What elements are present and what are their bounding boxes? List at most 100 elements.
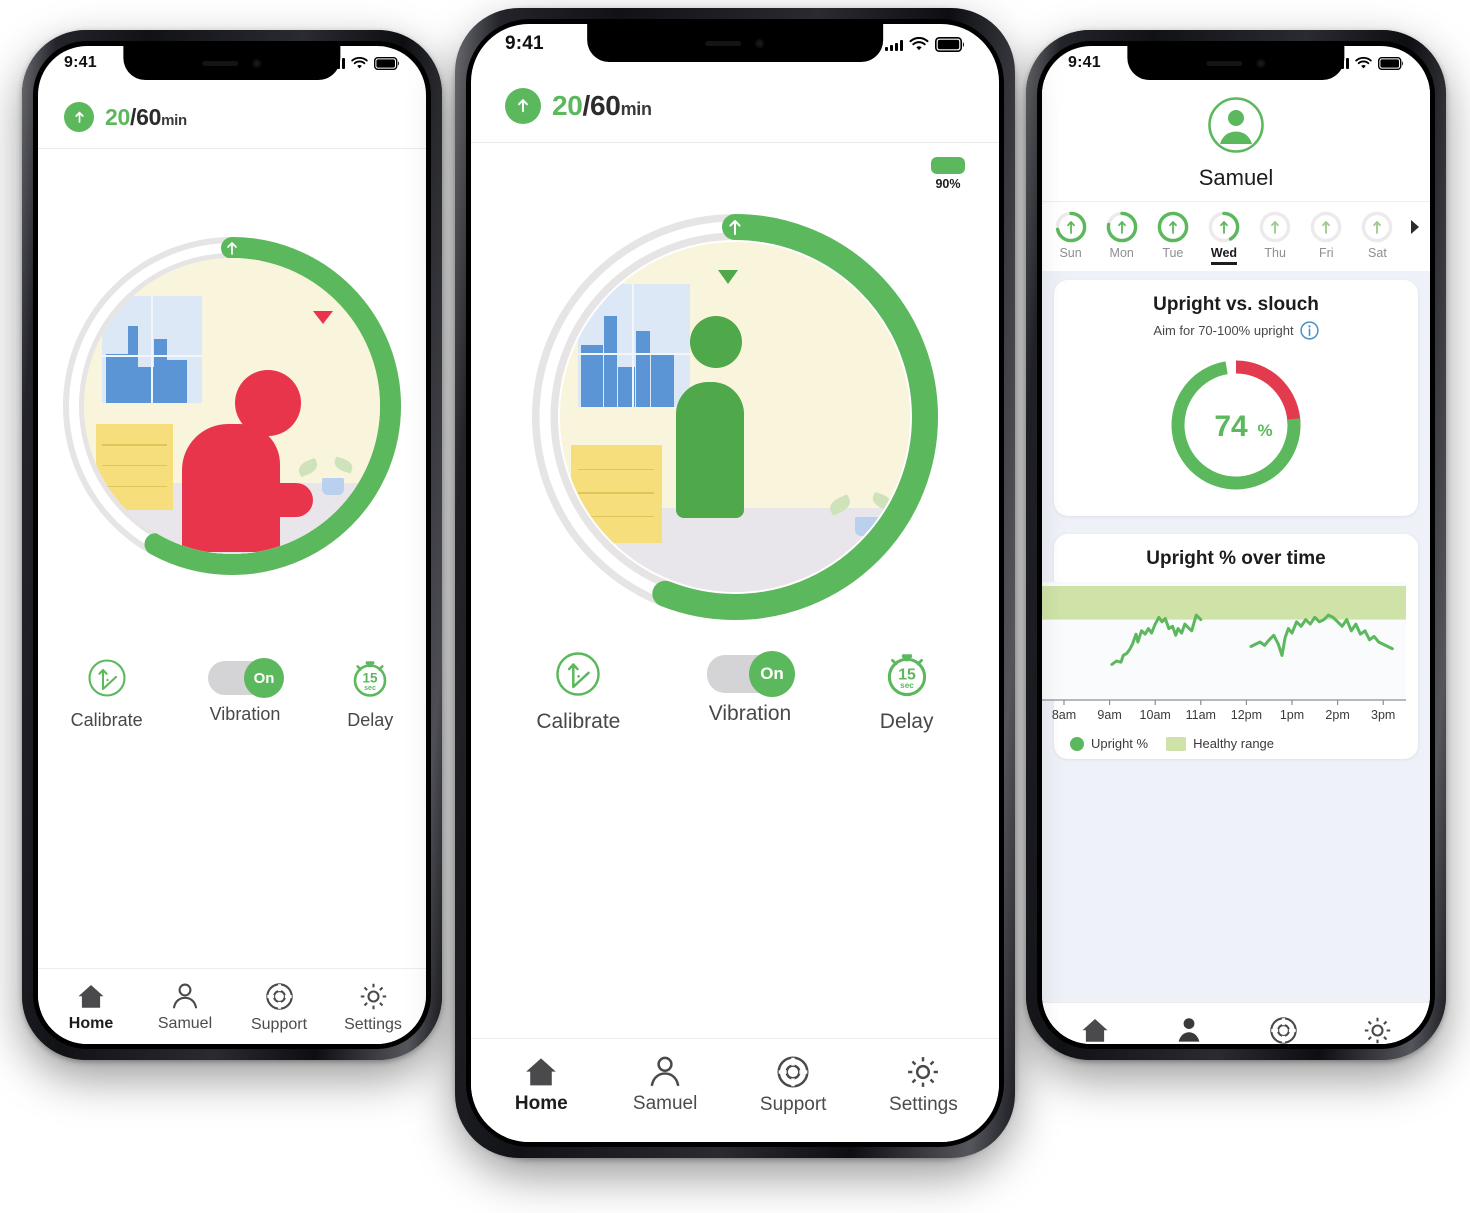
- status-time: 9:41: [1068, 54, 1101, 71]
- upright-line-chart: 8am 9am 10am 11am 12pm 1pm 2pm 3pm: [1042, 582, 1406, 722]
- person-icon: [172, 983, 198, 1009]
- day-label-mon: Mon: [1109, 246, 1134, 260]
- phone-center-screen: 9:41 20/60min 90% Calibrate On Vibration…: [471, 24, 999, 1142]
- day-item-sat[interactable]: Sat: [1353, 210, 1402, 260]
- chart-card-title: Upright % over time: [1146, 548, 1326, 569]
- person-avatar-icon: [1208, 97, 1264, 153]
- donut-card-title: Upright vs. slouch: [1153, 294, 1319, 315]
- x-axis-ticks: 8am 9am 10am 11am 12pm 1pm 2pm 3pm: [1052, 700, 1395, 722]
- toggle-switch[interactable]: On: [207, 658, 284, 698]
- tab-home[interactable]: Home: [62, 983, 120, 1033]
- device-battery: 90%: [471, 143, 999, 191]
- window-icon: [101, 296, 203, 404]
- tab-samuel[interactable]: Samuel: [633, 1056, 697, 1115]
- app-header-center: 20/60min: [471, 64, 999, 143]
- day-item-wed[interactable]: Wed: [1199, 210, 1248, 265]
- x-tick-label: 10am: [1140, 708, 1171, 722]
- tab-home[interactable]: Home: [1066, 1017, 1124, 1044]
- gear-icon: [360, 983, 386, 1010]
- signal-bars-icon: [885, 38, 903, 51]
- tab-settings-label: Settings: [889, 1094, 958, 1115]
- x-tick-label: 2pm: [1325, 708, 1349, 722]
- phone-right-screen: 9:41 Samuel Sun Mon Tue Wed Thu Fri Sat …: [1042, 46, 1430, 1044]
- device-battery-label: 90%: [935, 177, 961, 191]
- tab-support[interactable]: Support: [250, 982, 308, 1034]
- donut-card-subtitle-text: Aim for 70-100% upright: [1153, 323, 1294, 338]
- day-ring-wed: [1208, 211, 1240, 243]
- tab-home-label: Home: [514, 1093, 568, 1114]
- stats-page: Samuel Sun Mon Tue Wed Thu Fri Sat Uprig…: [1042, 80, 1430, 1044]
- chevron-right-icon[interactable]: [1404, 210, 1426, 236]
- day-ring-thu: [1259, 211, 1291, 243]
- delay-label: Delay: [879, 710, 934, 733]
- day-label-sat: Sat: [1368, 246, 1387, 260]
- vibration-toggle[interactable]: On Vibration: [207, 655, 284, 725]
- day-label-thu: Thu: [1264, 246, 1286, 260]
- toggle-knob[interactable]: On: [749, 651, 795, 697]
- uptime-readout: 20/60min: [552, 90, 652, 122]
- info-icon[interactable]: [1299, 321, 1319, 340]
- tab-samuel[interactable]: Samuel: [156, 983, 214, 1033]
- status-icons: [1331, 56, 1404, 70]
- day-item-mon[interactable]: Mon: [1097, 210, 1146, 260]
- uptime-unit: min: [620, 99, 652, 119]
- day-item-sun[interactable]: Sun: [1046, 210, 1095, 260]
- status-icons: [327, 56, 400, 70]
- triangle-down-indicator: [717, 270, 738, 284]
- tab-settings[interactable]: Settings: [889, 1055, 958, 1116]
- calibrate-label: Calibrate: [70, 710, 143, 730]
- delay-button[interactable]: 15 sec Delay: [880, 647, 934, 734]
- wifi-icon: [351, 56, 368, 68]
- vibration-toggle[interactable]: On Vibration: [707, 647, 795, 726]
- toggle-switch[interactable]: On: [707, 651, 795, 697]
- tab-support[interactable]: Support: [760, 1055, 826, 1116]
- tab-samuel[interactable]: Samuel: [1160, 1017, 1218, 1044]
- room-scene-left: [84, 258, 380, 554]
- tab-bar-center: Home Samuel Support Settings: [471, 1038, 999, 1142]
- posture-ring-center: [520, 202, 950, 632]
- status-bar-center: 9:41: [471, 24, 999, 64]
- posture-ring-left: [52, 226, 412, 586]
- svg-text:15: 15: [363, 671, 379, 686]
- uptime-readout: 20/60min: [105, 104, 187, 131]
- wifi-icon: [1355, 56, 1372, 68]
- legend-band-swatch: [1166, 736, 1187, 751]
- donut-value: 74: [1214, 410, 1248, 443]
- day-item-fri[interactable]: Fri: [1302, 210, 1351, 260]
- home-icon: [1082, 1019, 1108, 1042]
- svg-text:sec: sec: [900, 681, 914, 690]
- toggle-knob[interactable]: On: [243, 658, 284, 698]
- calibrate-button[interactable]: Calibrate: [536, 647, 620, 734]
- tab-bar-right: Home Samuel: [1042, 1002, 1430, 1044]
- lifebuoy-icon: [265, 983, 293, 1010]
- battery-icon: [935, 36, 964, 52]
- lifebuoy-icon: [1269, 1017, 1297, 1044]
- calibrate-button[interactable]: Calibrate: [71, 655, 143, 731]
- tab-settings[interactable]: Settings: [1348, 1016, 1406, 1044]
- phone-right: 9:41 Samuel Sun Mon Tue Wed Thu Fri Sat …: [1026, 30, 1446, 1060]
- uptime-separator: /: [582, 90, 591, 121]
- battery-icon: [1378, 56, 1404, 70]
- tab-settings-label: Settings: [344, 1016, 402, 1033]
- delay-button[interactable]: 15 sec Delay: [347, 655, 393, 731]
- figure-head: [689, 315, 742, 368]
- x-tick-label: 11am: [1186, 708, 1216, 722]
- tab-home[interactable]: Home: [512, 1056, 570, 1115]
- day-item-thu[interactable]: Thu: [1251, 210, 1300, 260]
- tab-home-label: Home: [68, 1015, 114, 1032]
- day-selector: Sun Mon Tue Wed Thu Fri Sat: [1042, 201, 1430, 271]
- person-icon: [1178, 1018, 1200, 1042]
- svg-text:sec: sec: [364, 685, 376, 692]
- uptime-goal: 60: [590, 90, 621, 121]
- profile-name: Samuel: [1198, 165, 1274, 190]
- profile-header: Samuel: [1042, 80, 1430, 201]
- legend-line-swatch: [1070, 736, 1084, 751]
- day-item-tue[interactable]: Tue: [1148, 210, 1197, 260]
- legend-healthy-label: Healthy range: [1193, 736, 1275, 751]
- tab-support[interactable]: Support: [1254, 1016, 1312, 1044]
- tab-bar-left: Home Samuel Support Settings: [38, 968, 426, 1044]
- tab-settings[interactable]: Settings: [344, 982, 402, 1034]
- upright-vs-slouch-card: Upright vs. slouch Aim for 70-100% uprig…: [1054, 280, 1418, 516]
- day-label-wed: Wed: [1210, 246, 1238, 265]
- x-tick-label: 1pm: [1280, 708, 1304, 722]
